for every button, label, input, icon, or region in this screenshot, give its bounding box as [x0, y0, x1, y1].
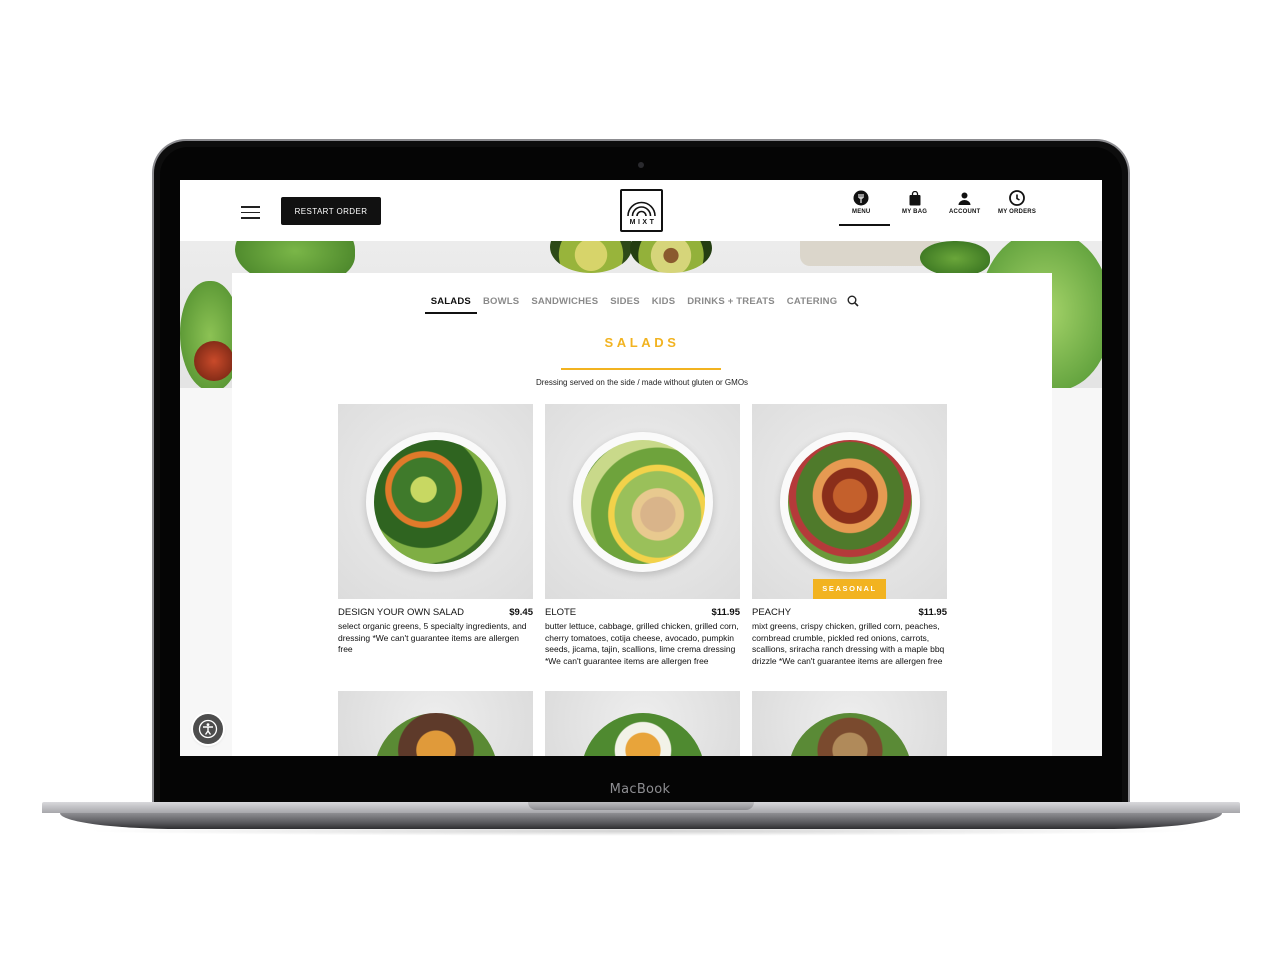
item-image[interactable]: SEASONAL: [752, 404, 947, 599]
item-price: $11.95: [918, 607, 947, 618]
logo-arcs-icon: [627, 201, 656, 217]
mixt-logo[interactable]: MIXT: [620, 189, 663, 232]
item-name: PEACHY: [752, 607, 792, 618]
item-description: mixt greens, crispy chicken, grilled cor…: [752, 621, 945, 666]
item-name: ELOTE: [545, 607, 577, 618]
item-price: $9.45: [509, 607, 533, 618]
menu-content: SALADS BOWLS SANDWICHES SIDES KIDS DRINK…: [232, 273, 1052, 756]
item-image[interactable]: [545, 691, 740, 756]
section-title: SALADS: [604, 335, 680, 350]
menu-item-row2-3[interactable]: [752, 691, 947, 756]
orders-icon: [1009, 190, 1025, 206]
category-tabs: SALADS BOWLS SANDWICHES SIDES KIDS DRINK…: [232, 295, 1052, 314]
item-price: $11.95: [711, 607, 740, 618]
menu-item-design-your-own-salad[interactable]: DESIGN YOUR OWN SALAD $9.45 select organ…: [338, 404, 533, 656]
title-underline: [561, 368, 721, 370]
site-header: RESTART ORDER MIXT MENU MY BAG ACCOUNT M…: [180, 180, 1102, 241]
browser-screen: RESTART ORDER MIXT MENU MY BAG ACCOUNT M…: [180, 180, 1102, 756]
item-description: select organic greens, 5 specialty ingre…: [338, 621, 527, 654]
hamburger-menu-icon[interactable]: [241, 206, 260, 219]
item-image[interactable]: [545, 404, 740, 599]
webcam: [638, 162, 644, 168]
laptop-notch: [528, 802, 754, 810]
menu-item-elote[interactable]: ELOTE $11.95 butter lettuce, cabbage, gr…: [545, 404, 740, 667]
nav-account[interactable]: ACCOUNT: [949, 190, 980, 215]
nav-my-orders[interactable]: MY ORDERS: [998, 190, 1036, 215]
menu-item-peachy[interactable]: SEASONAL PEACHY $11.95 mixt greens, cris…: [752, 404, 947, 667]
fork-icon: [853, 190, 869, 206]
nav-my-orders-label: MY ORDERS: [998, 209, 1037, 215]
seasonal-badge: SEASONAL: [813, 579, 886, 599]
item-image[interactable]: [338, 404, 533, 599]
accessibility-icon: [198, 719, 218, 739]
nav-my-bag-label: MY BAG: [902, 209, 928, 215]
nav-account-label: ACCOUNT: [949, 209, 981, 215]
menu-item-row2-2[interactable]: [545, 691, 740, 756]
laptop-base-edge: [60, 813, 1222, 829]
device-label: MacBook: [609, 782, 671, 797]
tab-drinks-treats[interactable]: DRINKS + TREATS: [681, 296, 781, 314]
bag-icon: [907, 190, 923, 206]
item-description: butter lettuce, cabbage, grilled chicken…: [545, 621, 739, 666]
tab-sandwiches[interactable]: SANDWICHES: [525, 296, 604, 314]
user-icon: [957, 190, 973, 206]
tab-salads[interactable]: SALADS: [424, 296, 478, 314]
logo-text: MIXT: [629, 219, 657, 226]
tab-bowls[interactable]: BOWLS: [477, 296, 525, 314]
nav-active-indicator: [839, 224, 890, 226]
restart-order-button[interactable]: RESTART ORDER: [281, 197, 381, 225]
tab-catering[interactable]: CATERING: [781, 296, 844, 314]
menu-item-row2-1[interactable]: [338, 691, 533, 756]
tab-kids[interactable]: KIDS: [646, 296, 682, 314]
tab-sides[interactable]: SIDES: [604, 296, 646, 314]
nav-my-bag[interactable]: MY BAG: [902, 190, 927, 215]
nav-menu[interactable]: MENU: [852, 190, 870, 215]
nav-menu-label: MENU: [852, 209, 871, 215]
search-icon[interactable]: [847, 295, 859, 307]
item-image[interactable]: [752, 691, 947, 756]
section-subtitle: Dressing served on the side / made witho…: [535, 378, 749, 387]
item-image[interactable]: [338, 691, 533, 756]
accessibility-button[interactable]: [193, 714, 223, 744]
item-name: DESIGN YOUR OWN SALAD: [338, 607, 464, 618]
